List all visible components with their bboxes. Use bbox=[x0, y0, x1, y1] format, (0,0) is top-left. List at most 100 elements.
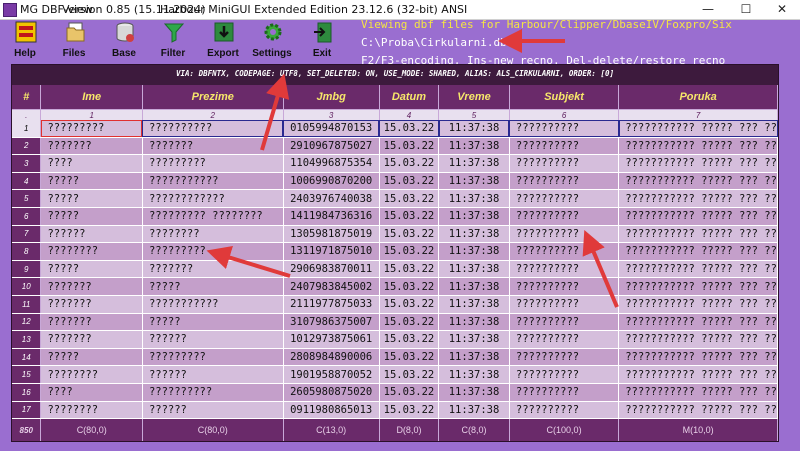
table-cell[interactable]: ??????????? ????? ??? ?? bbox=[618, 401, 778, 420]
table-cell[interactable]: 1104996875354 bbox=[283, 154, 380, 173]
table-cell[interactable]: ????? bbox=[142, 277, 284, 296]
table-cell[interactable]: ??????????? ????? ??? ?? bbox=[618, 207, 778, 226]
table-cell[interactable]: 15.03.22 bbox=[379, 313, 440, 332]
table-cell[interactable]: 15.03.22 bbox=[379, 225, 440, 244]
help-button[interactable]: Help bbox=[0, 20, 50, 62]
data-grid[interactable]: VIA: DBFNTX, CODEPAGE: UTF8, SET_DELETED… bbox=[11, 64, 779, 442]
table-cell[interactable]: ???????? bbox=[142, 225, 284, 244]
table-cell[interactable]: 2605980875020 bbox=[283, 383, 380, 402]
table-cell[interactable]: ?????????? bbox=[509, 225, 620, 244]
table-cell[interactable]: ??????? bbox=[40, 313, 143, 332]
table-cell[interactable]: 15.03.22 bbox=[379, 207, 440, 226]
table-row[interactable]: 16?????????????? 2605980875020 15.03.22 11:… bbox=[12, 383, 778, 402]
table-cell[interactable]: 11:37:38 bbox=[438, 295, 510, 314]
table-cell[interactable]: ????? bbox=[142, 313, 284, 332]
table-row[interactable]: 5????????????????? 2403976740038 15.03.22 1… bbox=[12, 189, 778, 208]
table-cell[interactable]: ??????????? ????? ??? ?? bbox=[618, 295, 778, 314]
table-cell[interactable]: 11:37:38 bbox=[438, 330, 510, 349]
table-cell[interactable]: 11:37:38 bbox=[438, 189, 510, 208]
table-cell[interactable]: 2403976740038 bbox=[283, 189, 380, 208]
table-cell[interactable]: 11:37:38 bbox=[438, 260, 510, 279]
table-cell[interactable]: ?????????? bbox=[509, 207, 620, 226]
table-cell[interactable]: ?????? bbox=[142, 330, 284, 349]
table-cell[interactable]: ???????? bbox=[40, 365, 143, 384]
table-cell[interactable]: 15.03.22 bbox=[379, 189, 440, 208]
table-cell[interactable]: 1006990870200 bbox=[283, 172, 380, 191]
table-cell[interactable]: 1012973875061 bbox=[283, 330, 380, 349]
table-cell[interactable]: ?????????? bbox=[509, 242, 620, 261]
table-cell[interactable]: 11:37:38 bbox=[438, 120, 510, 138]
column-header-2[interactable]: Prezime bbox=[142, 85, 284, 110]
table-cell[interactable]: ??????? bbox=[40, 330, 143, 349]
table-cell[interactable]: ?????????? bbox=[509, 172, 620, 191]
table-row[interactable]: 8????????????????? 1311971875010 15.03.22 1… bbox=[12, 242, 778, 261]
table-cell[interactable]: 15.03.22 bbox=[379, 277, 440, 296]
vertical-scrollbar[interactable] bbox=[782, 82, 792, 440]
table-row[interactable]: 17?????????????? 0911980865013 15.03.22 11:… bbox=[12, 401, 778, 420]
table-cell[interactable]: ??????? bbox=[40, 137, 143, 156]
table-cell[interactable]: ?????????? bbox=[509, 313, 620, 332]
table-cell[interactable]: 1305981875019 bbox=[283, 225, 380, 244]
export-button[interactable]: Export bbox=[198, 20, 248, 62]
column-header-4[interactable]: Datum bbox=[379, 85, 440, 110]
column-header-0[interactable]: # bbox=[12, 85, 42, 110]
table-cell[interactable]: ????? bbox=[40, 189, 143, 208]
table-cell[interactable]: 15.03.22 bbox=[379, 401, 440, 420]
table-cell[interactable]: ??????? bbox=[142, 137, 284, 156]
column-header-6[interactable]: Subjekt bbox=[509, 85, 620, 110]
exit-button[interactable]: Exit bbox=[297, 20, 347, 62]
table-cell[interactable]: 11:37:38 bbox=[438, 365, 510, 384]
table-cell[interactable]: ???????? bbox=[40, 242, 143, 261]
table-cell[interactable]: ??????????? ????? ??? ?? bbox=[618, 383, 778, 402]
table-cell[interactable]: ??????????? ????? ??? ?? bbox=[618, 365, 778, 384]
table-cell[interactable]: 15.03.22 bbox=[379, 242, 440, 261]
table-cell[interactable]: 15.03.22 bbox=[379, 154, 440, 173]
table-row[interactable]: 9???????????? 2906983870011 15.03.22 11:37:… bbox=[12, 260, 778, 279]
table-cell[interactable]: 0105994870153 bbox=[283, 120, 380, 138]
table-cell[interactable]: ??????????? ????? ??? ?? bbox=[618, 348, 778, 367]
table-cell[interactable]: ??????????? ????? ??? ?? bbox=[618, 313, 778, 332]
table-cell[interactable]: 2808984890006 bbox=[283, 348, 380, 367]
maximize-button[interactable]: ☐ bbox=[728, 0, 764, 19]
table-cell[interactable]: ??????? bbox=[142, 260, 284, 279]
files-button[interactable]: Files bbox=[49, 20, 99, 62]
table-cell[interactable]: ??????????? ????? ??? ?? bbox=[618, 189, 778, 208]
table-cell[interactable]: ????? bbox=[40, 207, 143, 226]
minimize-button[interactable]: — bbox=[690, 0, 726, 19]
table-cell[interactable]: 15.03.22 bbox=[379, 260, 440, 279]
table-row[interactable]: 2?????????????? 2910967875027 15.03.22 11:3… bbox=[12, 137, 778, 156]
table-cell[interactable]: 11:37:38 bbox=[438, 383, 510, 402]
table-cell[interactable]: ????????? bbox=[142, 242, 284, 261]
table-cell[interactable]: 15.03.22 bbox=[379, 383, 440, 402]
table-cell[interactable]: ?????????? bbox=[509, 137, 620, 156]
table-cell[interactable]: ???????????? bbox=[142, 189, 284, 208]
table-cell[interactable]: 15.03.22 bbox=[379, 365, 440, 384]
table-row[interactable]: 3????????????? 1104996875354 15.03.22 11:37… bbox=[12, 154, 778, 173]
table-cell[interactable]: ???????? bbox=[40, 401, 143, 420]
table-row[interactable]: 14?????????????? 2808984890006 15.03.22 11:… bbox=[12, 348, 778, 367]
table-cell[interactable]: 1901958870052 bbox=[283, 365, 380, 384]
table-cell[interactable]: 15.03.22 bbox=[379, 120, 440, 138]
table-cell[interactable]: 15.03.22 bbox=[379, 348, 440, 367]
column-header-1[interactable]: Ime bbox=[40, 85, 143, 110]
table-cell[interactable]: ???? bbox=[40, 154, 143, 173]
table-cell[interactable]: 0911980865013 bbox=[283, 401, 380, 420]
table-cell[interactable]: ??????????? ????? ??? ?? bbox=[618, 277, 778, 296]
table-cell[interactable]: ??????????? ????? ??? ?? bbox=[618, 137, 778, 156]
table-cell[interactable]: 15.03.22 bbox=[379, 330, 440, 349]
table-cell[interactable]: ????? bbox=[40, 260, 143, 279]
table-row[interactable]: 1??????????????????? 0105994870153 15.03.2… bbox=[12, 120, 778, 138]
table-cell[interactable]: 11:37:38 bbox=[438, 172, 510, 191]
table-cell[interactable]: 11:37:38 bbox=[438, 277, 510, 296]
table-cell[interactable]: ?????????? bbox=[509, 348, 620, 367]
table-cell[interactable]: 2111977875033 bbox=[283, 295, 380, 314]
table-cell[interactable]: ??????????? ????? ??? ?? bbox=[618, 225, 778, 244]
table-cell[interactable]: 15.03.22 bbox=[379, 295, 440, 314]
table-row[interactable]: 4???????????????? 1006990870200 15.03.22 11… bbox=[12, 172, 778, 191]
table-cell[interactable]: ??????? bbox=[40, 295, 143, 314]
table-cell[interactable]: ??????????? ????? ??? ?? bbox=[618, 120, 778, 138]
table-cell[interactable]: 11:37:38 bbox=[438, 348, 510, 367]
table-row[interactable]: 10???????????? 2407983845002 15.03.22 11:37… bbox=[12, 277, 778, 296]
table-cell[interactable]: ?????????? bbox=[509, 260, 620, 279]
table-cell[interactable]: ???? bbox=[40, 383, 143, 402]
